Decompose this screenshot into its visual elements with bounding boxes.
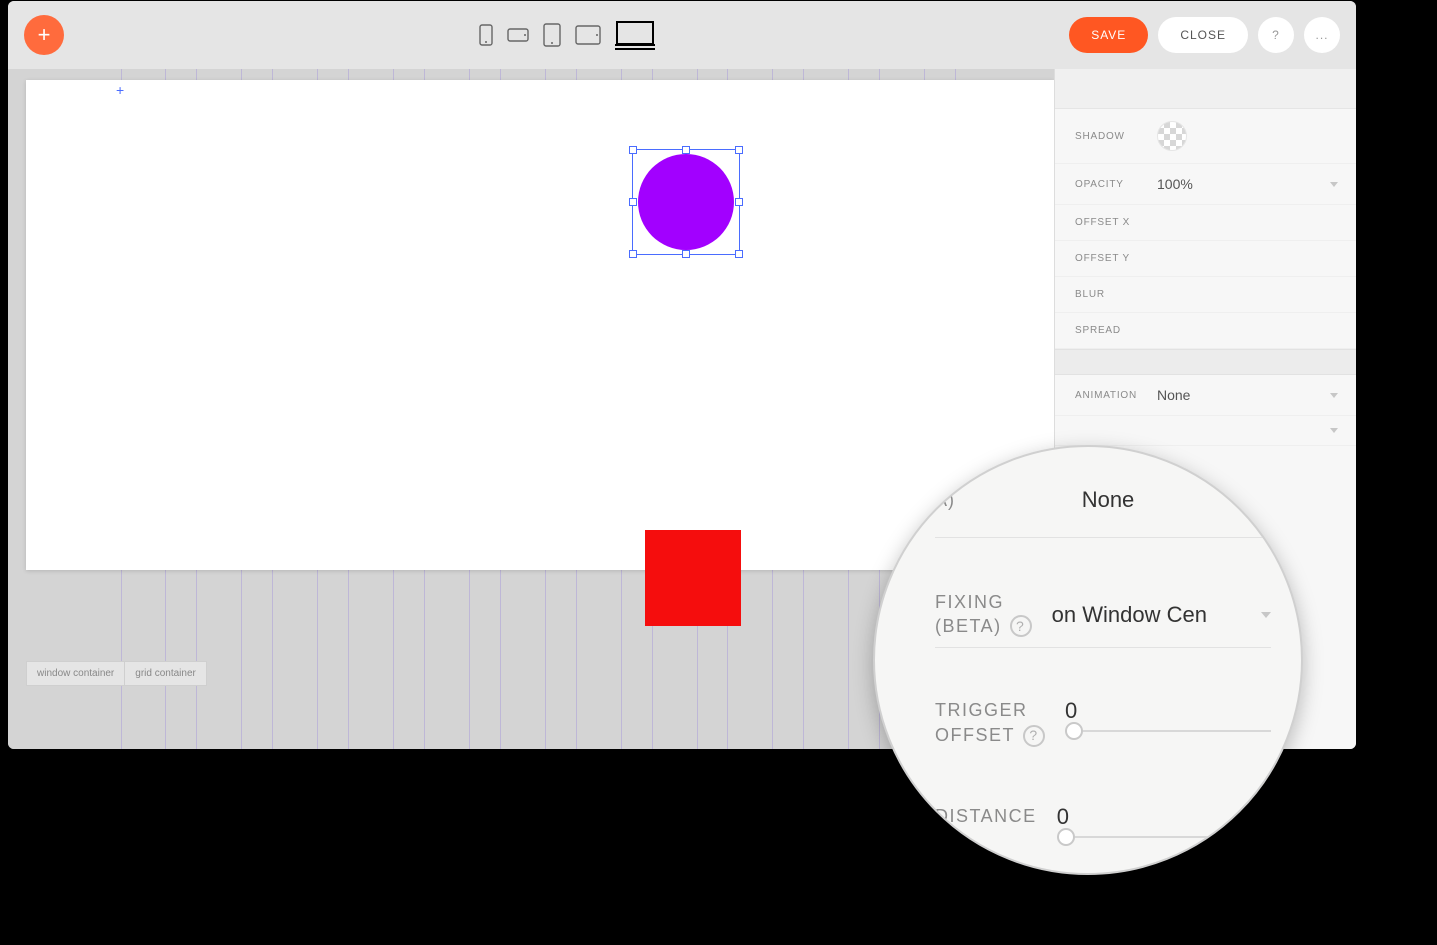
help-button[interactable]: ?	[1258, 17, 1294, 53]
close-button[interactable]: CLOSE	[1158, 17, 1248, 53]
spread-label: SPREAD	[1075, 325, 1157, 336]
save-button[interactable]: SAVE	[1069, 17, 1148, 53]
shadow-row: SHADOW	[1055, 109, 1356, 164]
mag-fixing-label-2: (BETA)	[935, 616, 1002, 637]
mag-trigger-label-group: TRIGGER OFFSET ?	[935, 698, 1045, 748]
chevron-down-icon	[1261, 612, 1271, 618]
opacity-control[interactable]: 100%	[1157, 176, 1338, 192]
mag-fixing-row[interactable]: FIXING (BETA) ? on Window Cen	[935, 592, 1271, 637]
mag-fixing-value: on Window Cen	[1052, 602, 1261, 628]
opacity-value: 100%	[1157, 176, 1193, 192]
mag-trigger-row[interactable]: TRIGGER OFFSET ? 0	[935, 698, 1271, 748]
phone-portrait-icon[interactable]	[479, 24, 493, 46]
mag-fixing-label-group: FIXING (BETA) ?	[935, 592, 1032, 637]
chevron-down-icon	[1261, 497, 1271, 503]
phone-landscape-icon[interactable]	[507, 28, 529, 42]
mag-distance-row[interactable]: DISTANCE 0	[935, 804, 1271, 838]
topbar-actions: SAVE CLOSE ? ...	[1069, 17, 1340, 53]
help-icon[interactable]: ?	[1010, 615, 1032, 637]
breadcrumb-window-container[interactable]: window container	[26, 661, 125, 686]
spread-row[interactable]: SPREAD	[1055, 313, 1356, 349]
slider-thumb[interactable]	[1065, 722, 1083, 740]
tablet-portrait-icon[interactable]	[543, 23, 561, 47]
mag-trigger-slider[interactable]: 0	[1065, 698, 1271, 732]
slider-track[interactable]	[1065, 730, 1271, 732]
chevron-down-icon	[1330, 182, 1338, 187]
blur-label: BLUR	[1075, 289, 1157, 300]
slider-thumb[interactable]	[1057, 828, 1075, 846]
animation-secondary-row[interactable]	[1055, 416, 1356, 446]
more-button[interactable]: ...	[1304, 17, 1340, 53]
mag-animation-partial-label: A)	[935, 490, 955, 511]
slider-track[interactable]	[1057, 836, 1271, 838]
mag-trigger-label-2: OFFSET	[935, 723, 1015, 748]
divider	[935, 647, 1271, 648]
animation-secondary-control[interactable]	[1157, 428, 1338, 433]
animation-label: ANIMATION	[1075, 390, 1157, 401]
mag-distance-slider[interactable]: 0	[1057, 804, 1271, 838]
mag-trigger-label-1: TRIGGER	[935, 698, 1045, 723]
panel-header	[1055, 69, 1356, 109]
shadow-label: SHADOW	[1075, 131, 1157, 142]
breadcrumb-grid-container[interactable]: grid container	[125, 661, 207, 686]
offsety-row[interactable]: OFFSET Y	[1055, 241, 1356, 277]
opacity-label: OPACITY	[1075, 179, 1157, 190]
mag-animation-row[interactable]: A) None	[935, 487, 1271, 513]
square-shape[interactable]	[645, 530, 741, 626]
mag-trigger-value: 0	[1065, 698, 1271, 724]
add-button[interactable]: +	[24, 15, 64, 55]
magnifier-lens: A) None FIXING (BETA) ? on Window Cen TR…	[873, 445, 1303, 875]
desktop-icon[interactable]	[615, 20, 655, 50]
device-switcher	[479, 20, 655, 50]
divider	[935, 537, 1271, 538]
chevron-down-icon	[1330, 428, 1338, 433]
chevron-down-icon	[1330, 393, 1338, 398]
magnifier-content: A) None FIXING (BETA) ? on Window Cen TR…	[875, 447, 1301, 873]
circle-shape[interactable]	[638, 154, 734, 250]
topbar: + SAVE CLOSE ? ...	[8, 1, 1356, 69]
help-icon[interactable]: ?	[1023, 725, 1045, 747]
blur-row[interactable]: BLUR	[1055, 277, 1356, 313]
mag-animation-value: None	[1082, 487, 1135, 513]
animation-row[interactable]: ANIMATION None	[1055, 375, 1356, 416]
animation-control[interactable]: None	[1157, 387, 1338, 403]
shadow-control	[1157, 121, 1338, 151]
mag-distance-value: 0	[1057, 804, 1271, 830]
offsetx-label: OFFSET X	[1075, 217, 1157, 228]
tablet-landscape-icon[interactable]	[575, 25, 601, 45]
breadcrumbs: window container grid container	[26, 661, 207, 686]
opacity-row: OPACITY 100%	[1055, 164, 1356, 205]
animation-value: None	[1157, 387, 1190, 403]
offsety-label: OFFSET Y	[1075, 253, 1157, 264]
mag-fixing-label-1: FIXING	[935, 592, 1032, 613]
section-divider	[1055, 349, 1356, 375]
shadow-color-swatch[interactable]	[1157, 121, 1187, 151]
mag-distance-label: DISTANCE	[935, 804, 1037, 829]
offsetx-row[interactable]: OFFSET X	[1055, 205, 1356, 241]
